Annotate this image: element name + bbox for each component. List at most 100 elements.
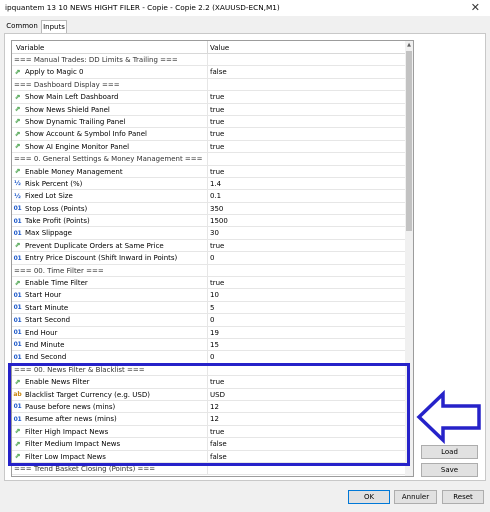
save-button[interactable]: Save [421, 463, 478, 477]
reset-button[interactable]: Reset [442, 490, 484, 504]
ok-button[interactable]: OK [348, 490, 390, 504]
section-header-row[interactable]: === 00. Time Filter === [12, 264, 405, 278]
value-cell[interactable]: 1.4 [209, 178, 404, 190]
variable-cell: 01 Take Profit (Points) [13, 215, 206, 227]
input-row[interactable]: 01 Stop Loss (Points) 350 [12, 202, 405, 216]
value-cell[interactable]: 10 [209, 289, 404, 301]
value-cell[interactable]: 15 [209, 339, 404, 351]
value-cell[interactable]: 0 [209, 314, 404, 326]
input-row[interactable]: ⇗ Apply to Magic 0 false [12, 66, 405, 79]
variable-name: Show AI Engine Monitor Panel [25, 142, 130, 151]
column-divider [207, 239, 208, 252]
variable-name: Stop Loss (Points) [25, 204, 88, 213]
column-divider [207, 215, 208, 227]
input-row[interactable]: ⇗ Enable Time Filter true [12, 277, 405, 290]
input-row[interactable]: 01 Start Hour 10 [12, 289, 405, 302]
input-row[interactable]: ⇗ Show Dynamic Trailing Panel true [12, 115, 405, 129]
window-title: ipquantem 13 10 NEWS HIGHT FILER - Copie… [5, 3, 280, 12]
input-row[interactable]: ⇗ Prevent Duplicate Orders at Same Price t… [12, 239, 405, 253]
input-row[interactable]: 01 Max Slippage 30 [12, 227, 405, 240]
column-divider [207, 115, 208, 128]
column-divider [207, 326, 208, 338]
load-button[interactable]: Load [421, 445, 478, 459]
variable-cell: ⇗ Prevent Duplicate Orders at Same Price [13, 240, 206, 252]
value-cell[interactable]: 0.1 [209, 190, 404, 202]
variable-name: Start Hour [25, 291, 62, 300]
variable-name: Show Dynamic Trailing Panel [25, 117, 126, 126]
column-divider [207, 351, 208, 363]
scroll-up-icon[interactable]: ▲ [405, 41, 413, 50]
input-row[interactable]: 01 Entry Price Discount (Shift Inward in … [12, 252, 405, 265]
input-row[interactable]: ⇗ Enable Money Management true [12, 165, 405, 178]
value-cell[interactable]: 0 [209, 252, 404, 264]
variable-cell: ⇗ Enable Money Management [13, 166, 206, 178]
column-divider [207, 202, 208, 215]
input-row[interactable]: 01 End Hour 19 [12, 326, 405, 339]
value-cell[interactable]: 30 [209, 227, 404, 239]
column-divider [207, 277, 208, 289]
value-cell[interactable]: true [209, 141, 404, 153]
value-cell[interactable]: true [209, 104, 404, 116]
input-row[interactable]: ⇗ Show AI Engine Monitor Panel true [12, 140, 405, 154]
column-divider [207, 78, 208, 91]
tab-inputs[interactable]: Inputs [41, 20, 67, 34]
variable-cell: ⇗ Apply to Magic 0 [13, 66, 206, 78]
cancel-button[interactable]: Annuler [394, 490, 437, 504]
variable-cell: 01 End Second [13, 351, 206, 363]
column-divider [207, 252, 208, 264]
value-cell[interactable]: true [209, 166, 404, 178]
variable-name: Max Slippage [25, 229, 72, 238]
column-header-variable[interactable]: Variable [16, 44, 44, 52]
integer-icon: 01 [13, 229, 22, 237]
input-row[interactable]: 01 End Minute 15 [12, 338, 405, 352]
close-icon[interactable]: ✕ [471, 1, 480, 14]
column-divider [207, 128, 208, 140]
variable-cell: ½ Risk Percent (%) [13, 178, 206, 190]
value-cell[interactable]: true [209, 240, 404, 252]
input-row[interactable]: 01 Start Second 0 [12, 314, 405, 327]
column-header-value[interactable]: Value [210, 44, 229, 52]
value-cell[interactable]: 350 [209, 203, 404, 215]
section-header-row[interactable]: === Manual Trades: DD Limits & Trailing … [12, 54, 405, 67]
news-filter-highlight-box [8, 363, 410, 466]
column-divider [207, 289, 208, 301]
variable-cell: ⇗ Show AI Engine Monitor Panel [13, 141, 206, 153]
value-cell[interactable]: true [209, 277, 404, 289]
section-header-row[interactable]: === 0. General Settings & Money Manageme… [12, 153, 405, 166]
variable-cell: === 0. General Settings & Money Manageme… [13, 153, 206, 165]
tab-common[interactable]: Common [6, 20, 38, 33]
variable-name: === Manual Trades: DD Limits & Trailing … [14, 56, 178, 64]
input-row[interactable]: ½ Risk Percent (%) 1.4 [12, 177, 405, 191]
input-row[interactable]: 01 Start Minute 5 [12, 301, 405, 315]
input-row[interactable]: ⇗ Show Main Left Dashboard true [12, 91, 405, 104]
value-cell [209, 265, 404, 277]
variable-cell: === Dashboard Display === [13, 79, 206, 91]
value-cell[interactable]: true [209, 116, 404, 128]
value-cell[interactable]: false [209, 66, 404, 78]
variable-cell: ⇗ Show Main Left Dashboard [13, 91, 206, 103]
variable-cell: 01 Entry Price Discount (Shift Inward in … [13, 252, 206, 264]
variable-name: Take Profit (Points) [25, 217, 90, 226]
value-cell[interactable]: 1500 [209, 215, 404, 227]
value-cell[interactable]: 5 [209, 302, 404, 314]
variable-cell: 01 Max Slippage [13, 227, 206, 239]
value-cell[interactable]: 0 [209, 351, 404, 363]
value-cell[interactable]: 19 [209, 327, 404, 339]
double-icon: ½ [14, 179, 21, 188]
integer-icon: 01 [13, 304, 22, 312]
input-row[interactable]: 01 End Second 0 [12, 351, 405, 364]
value-cell[interactable]: true [209, 91, 404, 103]
input-row[interactable]: 01 Take Profit (Points) 1500 [12, 215, 405, 228]
scroll-thumb[interactable] [406, 51, 412, 231]
input-row[interactable]: ½ Fixed Lot Size 0.1 [12, 190, 405, 203]
input-row[interactable]: ⇗ Show Account & Symbol Info Panel true [12, 128, 405, 141]
section-header-row[interactable]: === Dashboard Display === [12, 78, 405, 92]
boolean-icon: ⇗ [14, 142, 21, 151]
column-divider[interactable] [207, 41, 208, 54]
variable-cell: ⇗ Enable Time Filter [13, 277, 206, 289]
variable-name: Show News Shield Panel [25, 105, 110, 114]
variable-cell: === Manual Trades: DD Limits & Trailing … [13, 54, 206, 66]
input-row[interactable]: ⇗ Show News Shield Panel true [12, 103, 405, 116]
value-cell[interactable]: true [209, 128, 404, 140]
column-divider [207, 66, 208, 78]
